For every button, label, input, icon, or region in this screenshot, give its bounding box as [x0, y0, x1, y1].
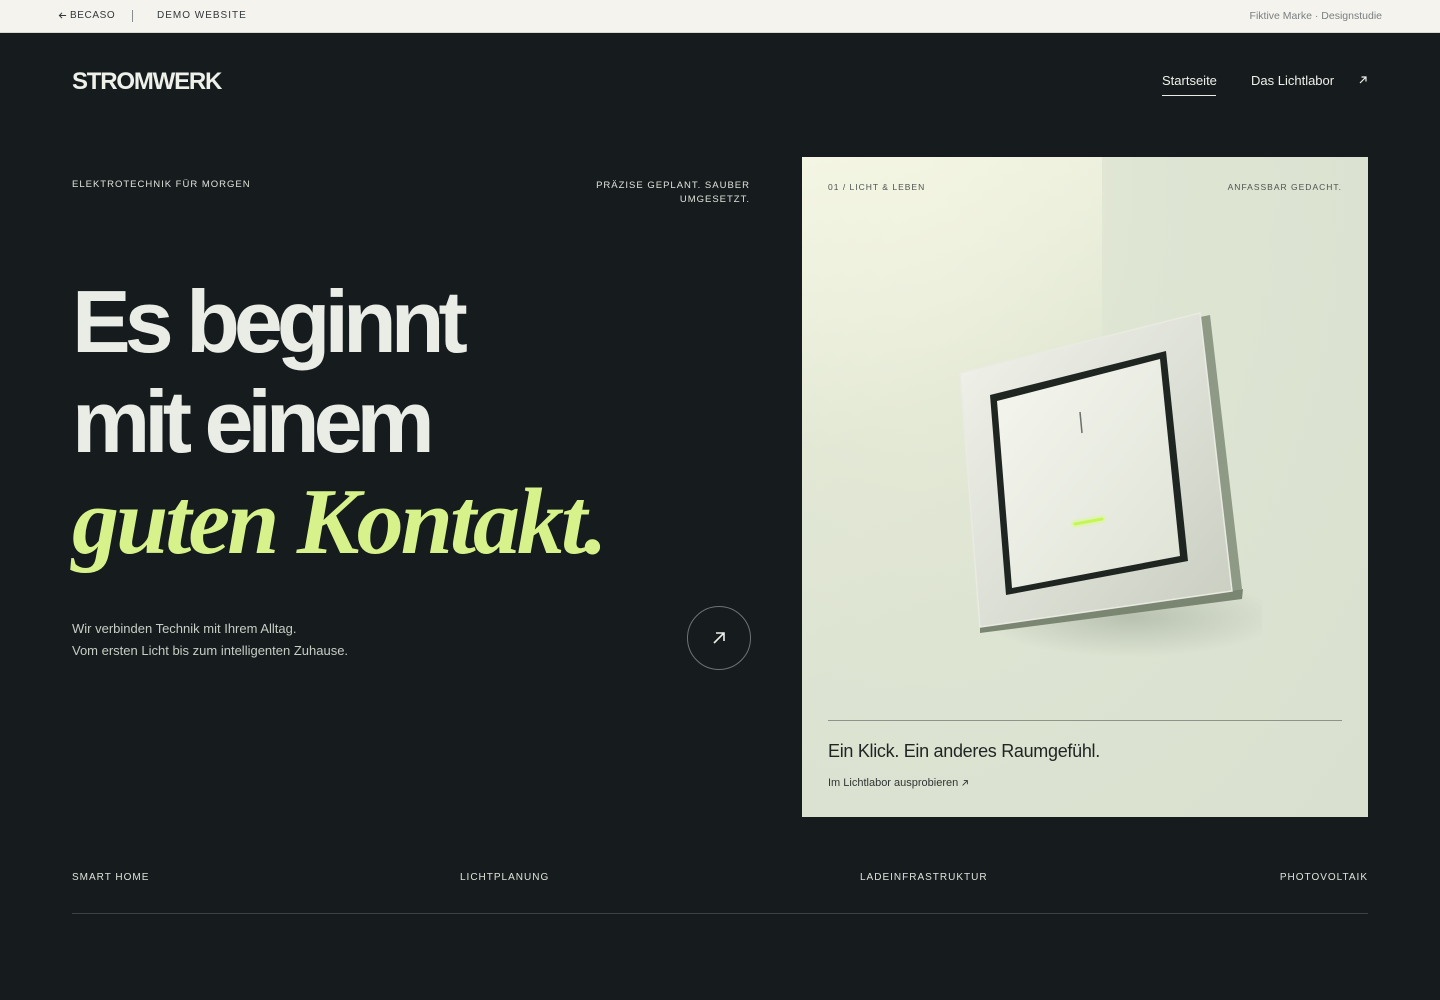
hero-lead-line-1: Wir verbinden Technik mit Ihrem Alltag. [72, 621, 297, 636]
hero-lead-line-2: Vom ersten Licht bis zum intelligenten Z… [72, 643, 349, 658]
hero-tagline-line-1: PRÄZISE GEPLANT. SAUBER [596, 180, 750, 191]
service-smart-home[interactable]: SMART HOME [72, 872, 149, 883]
nav-active-underline [1162, 95, 1216, 96]
headline-line-1: Es beginnt [72, 272, 468, 371]
service-ladeinfrastruktur[interactable]: LADEINFRASTRUKTUR [860, 872, 988, 883]
demo-topbar: BECASO DEMO WEBSITE Fiktive Marke · Desi… [0, 0, 1440, 33]
arrow-left-icon [58, 12, 67, 19]
demo-website-label: DEMO WEBSITE [157, 10, 247, 21]
hero-tagline-line-2: UMGESETZT. [679, 194, 750, 205]
headline-accent: guten Kontakt. [72, 470, 608, 574]
card-side-tag: ANFASSBAR GEDACHT. [1227, 182, 1342, 192]
back-link-label: BECASO [70, 10, 116, 21]
service-lichtplanung[interactable]: LICHTPLANUNG [460, 872, 549, 883]
topbar-divider [132, 10, 133, 22]
external-arrow-icon[interactable] [1357, 74, 1369, 86]
lichtlabor-link-label: Im Lichtlabor ausprobieren [828, 777, 959, 789]
switch-led-glow [1071, 515, 1106, 528]
fictional-brand-note: Fiktive Marke · Designstudie [1249, 10, 1382, 22]
nav-startseite[interactable]: Startseite [1162, 73, 1217, 88]
lichtlabor-link[interactable]: Im Lichtlabor ausprobieren [828, 777, 969, 789]
card-divider [828, 720, 1342, 721]
hero-eyebrow: ELEKTROTECHNIK FÜR MORGEN [72, 179, 251, 190]
arrow-up-right-icon [713, 632, 725, 644]
back-link[interactable]: BECASO [58, 10, 115, 21]
feature-card: 01 / LICHT & LEBEN ANFASSBAR GEDACHT. Ei… [802, 157, 1368, 817]
hero-headline: Es beginnt mit einem guten Kontakt. [72, 272, 772, 572]
headline-line-2: mit einem [72, 372, 435, 471]
hero-cta-button[interactable] [687, 606, 751, 670]
service-photovoltaik[interactable]: PHOTOVOLTAIK [1280, 872, 1368, 883]
site-logo[interactable]: STROMWERK [72, 68, 222, 96]
nav-lichtlabor[interactable]: Das Lichtlabor [1251, 73, 1334, 88]
hero-tagline: PRÄZISE GEPLANT. SAUBER UMGESETZT. [580, 179, 750, 207]
light-switch-illustration[interactable] [942, 297, 1262, 657]
services-divider [72, 913, 1368, 914]
arrow-up-right-icon [962, 780, 969, 786]
hero-lead: Wir verbinden Technik mit Ihrem Alltag. … [72, 618, 348, 662]
card-index-tag: 01 / LICHT & LEBEN [828, 182, 926, 192]
card-title: Ein Klick. Ein anderes Raumgefühl. [828, 741, 1100, 761]
